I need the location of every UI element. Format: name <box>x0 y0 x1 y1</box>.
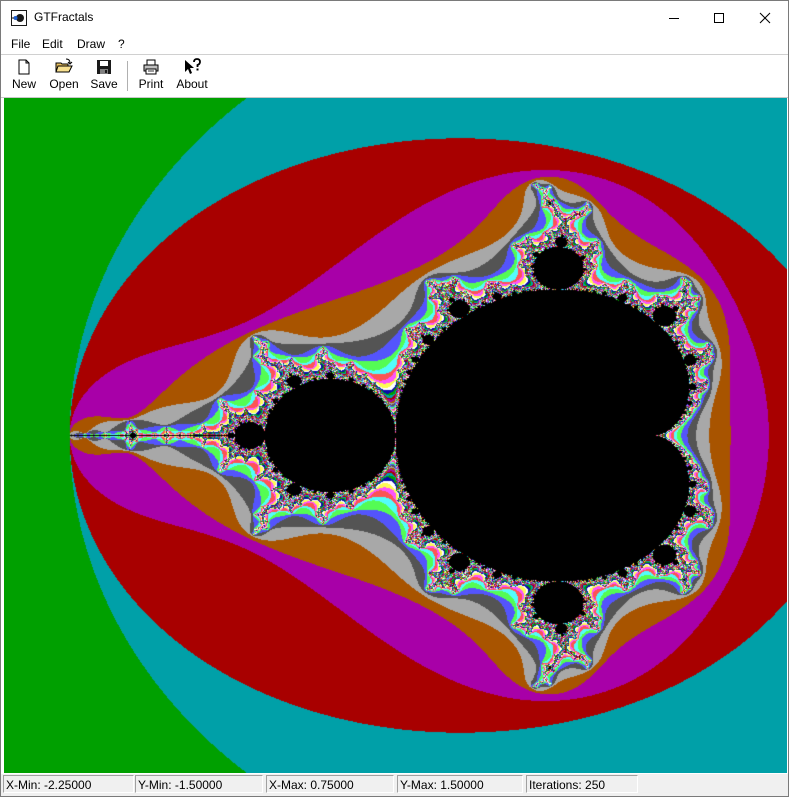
about-button-label: About <box>176 77 208 91</box>
print-button[interactable]: Print <box>136 58 166 94</box>
maximize-icon <box>714 12 724 23</box>
save-button[interactable]: Save <box>89 58 119 94</box>
menu-help[interactable]: ? <box>118 37 125 51</box>
fractal-canvas[interactable] <box>4 98 787 773</box>
menu-file[interactable]: File <box>11 37 30 51</box>
open-button[interactable]: Open <box>47 58 81 94</box>
status-xmin: X-Min: -2.25000 <box>3 775 134 793</box>
floppy-disk-icon <box>97 60 111 74</box>
maximize-button[interactable] <box>696 1 742 34</box>
status-bar: X-Min: -2.25000 Y-Min: -1.50000 X-Max: 0… <box>1 774 788 796</box>
printer-icon <box>143 59 159 75</box>
new-document-icon <box>18 59 30 75</box>
title-bar[interactable]: GTFractals <box>1 1 788 34</box>
fractal-view[interactable] <box>4 98 787 773</box>
print-button-label: Print <box>138 77 164 91</box>
close-icon <box>759 12 771 23</box>
menu-draw[interactable]: Draw <box>77 37 105 51</box>
toolbar-separator <box>127 61 128 91</box>
status-xmax: X-Max: 0.75000 <box>266 775 394 793</box>
open-button-label: Open <box>49 77 79 91</box>
open-folder-icon <box>55 58 73 73</box>
app-window: GTFractals File Edit Draw ? New Open Sav… <box>0 0 789 797</box>
save-button-label: Save <box>90 77 118 91</box>
help-pointer-icon <box>185 58 201 74</box>
minimize-button[interactable] <box>651 1 697 34</box>
new-button-label: New <box>11 77 36 91</box>
menu-bar: File Edit Draw ? <box>1 34 788 55</box>
status-ymax: Y-Max: 1.50000 <box>397 775 523 793</box>
window-title: GTFractals <box>34 10 94 24</box>
status-iterations: Iterations: 250 <box>526 775 638 793</box>
new-button[interactable]: New <box>9 58 39 94</box>
toolbar: New Open Save Print About <box>1 55 788 98</box>
minimize-icon <box>669 17 679 19</box>
menu-edit[interactable]: Edit <box>42 37 63 51</box>
status-ymin: Y-Min: -1.50000 <box>135 775 263 793</box>
app-icon <box>11 10 27 26</box>
about-button[interactable]: About <box>173 58 211 94</box>
close-button[interactable] <box>742 1 788 34</box>
